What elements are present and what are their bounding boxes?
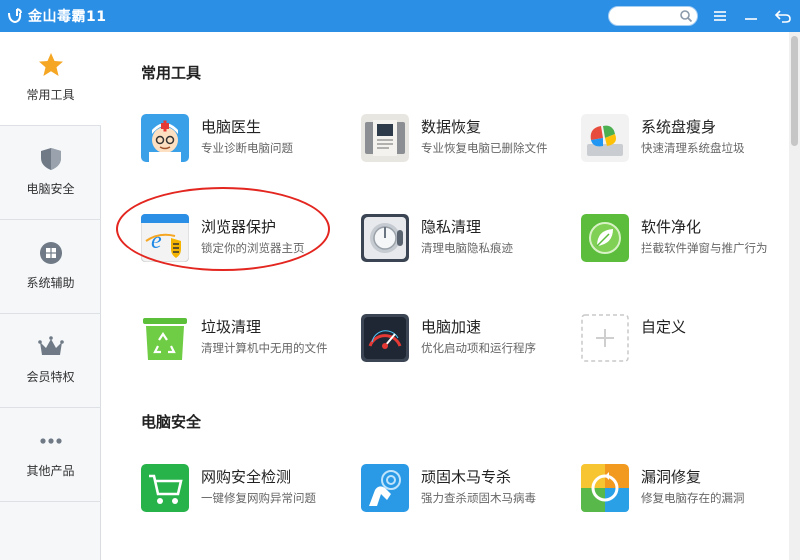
tool-name: 浏览器保护 [201, 218, 277, 236]
trojan-kill-icon [361, 464, 409, 512]
tool-junk-clean[interactable]: 垃圾清理 清理计算机中无用的文件 [141, 312, 351, 366]
app-title: 金山毒霸11 [28, 9, 107, 25]
search-icon[interactable] [679, 9, 693, 23]
tool-shopping-check[interactable]: 网购安全检测 一键修复网购异常问题 [141, 462, 351, 516]
tool-name: 隐私清理 [421, 218, 482, 236]
tool-desc: 快速清理系统盘垃圾 [641, 141, 745, 155]
scrollbar-thumb[interactable] [791, 36, 798, 146]
tool-data-recovery[interactable]: 数据恢复 专业恢复电脑已删除文件 [361, 112, 571, 166]
title-bar: 金山毒霸11 [0, 0, 800, 32]
tool-desc: 清理计算机中无用的文件 [201, 341, 328, 355]
menu-icon[interactable] [710, 6, 730, 26]
tool-name: 数据恢复 [421, 118, 482, 136]
sidebar-item-label: 其他产品 [26, 464, 75, 478]
tool-name: 垃圾清理 [201, 318, 262, 336]
sidebar-item-other-products[interactable]: 其他产品 [0, 408, 101, 502]
patch-repair-icon [581, 464, 629, 512]
section-title-pc-security: 电脑安全 [141, 413, 202, 431]
data-recovery-icon [361, 114, 409, 162]
disk-slim-icon [581, 114, 629, 162]
tool-custom[interactable]: 自定义 [581, 312, 791, 366]
sidebar-item-common-tools[interactable]: 常用工具 [0, 32, 101, 126]
search-box[interactable] [608, 6, 698, 28]
tool-pc-doctor[interactable]: 电脑医生 专业诊断电脑问题 [141, 112, 351, 166]
back-arrow-icon[interactable] [773, 6, 793, 26]
browser-protect-icon: e [141, 214, 189, 262]
vertical-scrollbar[interactable] [789, 32, 800, 560]
tool-desc: 清理电脑隐私痕迹 [421, 241, 513, 255]
crown-icon [38, 336, 64, 355]
tool-name: 自定义 [641, 318, 687, 336]
tool-name: 电脑加速 [421, 318, 482, 336]
tool-desc: 修复电脑存在的漏洞 [641, 491, 745, 505]
shield-icon [41, 148, 61, 170]
star-icon [39, 53, 63, 76]
tool-name: 顽固木马专杀 [421, 468, 512, 486]
sidebar-item-member[interactable]: 会员特权 [0, 314, 101, 408]
windows-logo-icon [40, 242, 62, 264]
tool-disk-slim[interactable]: 系统盘瘦身 快速清理系统盘垃圾 [581, 112, 791, 166]
sidebar-item-label: 系统辅助 [26, 276, 75, 290]
tool-desc: 强力查杀顽固木马病毒 [421, 491, 536, 505]
tool-name: 电脑医生 [201, 118, 262, 136]
minimize-icon[interactable] [741, 6, 761, 26]
tool-desc: 拦截软件弹窗与推广行为 [641, 241, 768, 255]
tool-name: 漏洞修复 [641, 468, 702, 486]
tool-patch-repair[interactable]: 漏洞修复 修复电脑存在的漏洞 [581, 462, 791, 516]
tool-privacy-clean[interactable]: 隐私清理 清理电脑隐私痕迹 [361, 212, 571, 266]
privacy-clean-icon [361, 214, 409, 262]
sidebar-item-pc-security[interactable]: 电脑安全 [0, 126, 101, 220]
tool-pc-speedup[interactable]: 电脑加速 优化启动项和运行程序 [361, 312, 571, 366]
app-logo-icon [8, 8, 22, 24]
software-purify-icon [581, 214, 629, 262]
shopping-cart-icon [141, 464, 189, 512]
tool-desc: 锁定你的浏览器主页 [201, 241, 305, 255]
tool-desc: 一键修复网购异常问题 [201, 491, 316, 505]
tool-desc: 专业恢复电脑已删除文件 [421, 141, 548, 155]
svg-text:e: e [151, 228, 162, 254]
section-title-common-tools: 常用工具 [141, 64, 202, 82]
sidebar-item-label: 常用工具 [26, 88, 75, 102]
tool-trojan-kill[interactable]: 顽固木马专杀 强力查杀顽固木马病毒 [361, 462, 571, 516]
tool-name: 系统盘瘦身 [641, 118, 717, 136]
search-input[interactable] [617, 10, 681, 28]
doctor-icon [141, 114, 189, 162]
recycle-bin-icon [141, 314, 189, 362]
tool-browser-protect[interactable]: e 浏览器保护 锁定你的浏览器主页 [141, 212, 351, 266]
tool-software-purify[interactable]: 软件净化 拦截软件弹窗与推广行为 [581, 212, 791, 266]
more-dots-icon [40, 438, 62, 444]
sidebar-item-system-assist[interactable]: 系统辅助 [0, 220, 101, 314]
speedometer-icon [361, 314, 409, 362]
tool-desc: 优化启动项和运行程序 [421, 341, 536, 355]
tool-name: 网购安全检测 [201, 468, 292, 486]
tool-desc: 专业诊断电脑问题 [201, 141, 293, 155]
sidebar: 常用工具 电脑安全 系统辅助 会员特权 其他产品 [0, 32, 101, 560]
add-icon [581, 314, 629, 362]
sidebar-item-label: 会员特权 [26, 370, 75, 384]
tool-name: 软件净化 [641, 218, 702, 236]
sidebar-item-label: 电脑安全 [26, 182, 75, 196]
